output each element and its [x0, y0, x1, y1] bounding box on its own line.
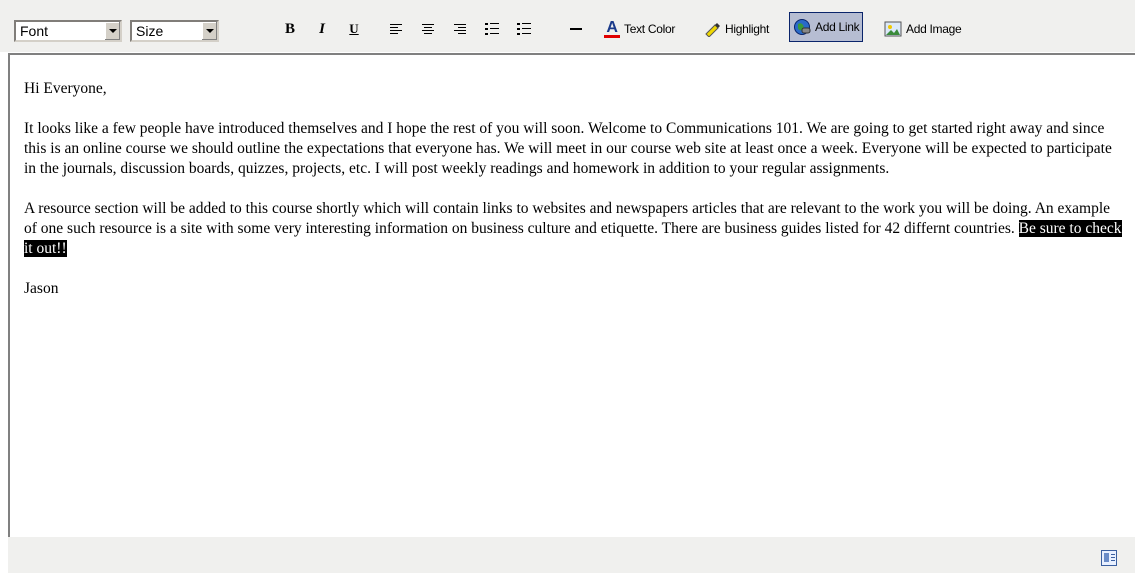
underline-button[interactable]: U	[344, 18, 364, 40]
bold-button[interactable]: B	[280, 18, 300, 40]
globe-link-icon	[793, 18, 811, 36]
size-select[interactable]: Size	[130, 20, 219, 42]
italic-icon: I	[319, 20, 325, 37]
signature-text: Jason	[24, 280, 59, 297]
status-bar	[8, 537, 1135, 573]
message-body[interactable]: Hi Everyone, It looks like a few people …	[24, 79, 1124, 319]
align-left-button[interactable]	[386, 18, 406, 40]
editor-toolbar: Font Size B I U A Text Color Highlight A…	[0, 0, 1135, 52]
add-link-label: Add Link	[815, 20, 860, 34]
align-center-icon	[422, 23, 434, 35]
image-icon	[884, 21, 902, 37]
numbered-list-button[interactable]	[482, 18, 502, 40]
align-left-icon	[390, 23, 402, 35]
highlight-label: Highlight	[725, 22, 769, 36]
underline-icon: U	[349, 21, 359, 36]
size-select-value: Size	[136, 23, 164, 39]
paragraph-1: It looks like a few people have introduc…	[24, 120, 1112, 177]
add-image-button[interactable]: Add Image	[881, 18, 964, 40]
chevron-down-icon[interactable]	[201, 22, 217, 40]
italic-button[interactable]: I	[312, 18, 332, 40]
text-color-icon: A	[604, 20, 620, 38]
greeting-text: Hi Everyone,	[24, 80, 107, 97]
font-select-value: Font	[20, 23, 49, 39]
chevron-down-icon[interactable]	[104, 22, 120, 40]
font-select[interactable]: Font	[14, 20, 122, 42]
align-right-button[interactable]	[450, 18, 470, 40]
text-color-button[interactable]: A Text Color	[601, 18, 678, 40]
source-view-icon[interactable]	[1101, 550, 1117, 566]
bullet-list-button[interactable]	[514, 18, 534, 40]
align-right-icon	[454, 23, 466, 35]
numbered-list-icon	[485, 23, 499, 35]
bullet-list-icon	[517, 23, 531, 35]
align-center-button[interactable]	[418, 18, 438, 40]
add-link-button[interactable]: Add Link	[789, 12, 864, 42]
paragraph-2-text: A resource section will be added to this…	[24, 200, 1111, 237]
highlight-button[interactable]: Highlight	[700, 18, 772, 40]
add-image-label: Add Image	[906, 22, 962, 36]
text-color-label: Text Color	[624, 22, 676, 36]
bold-icon: B	[284, 20, 295, 37]
horizontal-rule-icon	[570, 28, 582, 30]
highlight-pen-icon	[703, 21, 721, 38]
editor-area[interactable]: Hi Everyone, It looks like a few people …	[8, 53, 1135, 537]
paragraph-2: A resource section will be added to this…	[24, 199, 1124, 259]
horizontal-rule-button[interactable]	[566, 18, 586, 40]
